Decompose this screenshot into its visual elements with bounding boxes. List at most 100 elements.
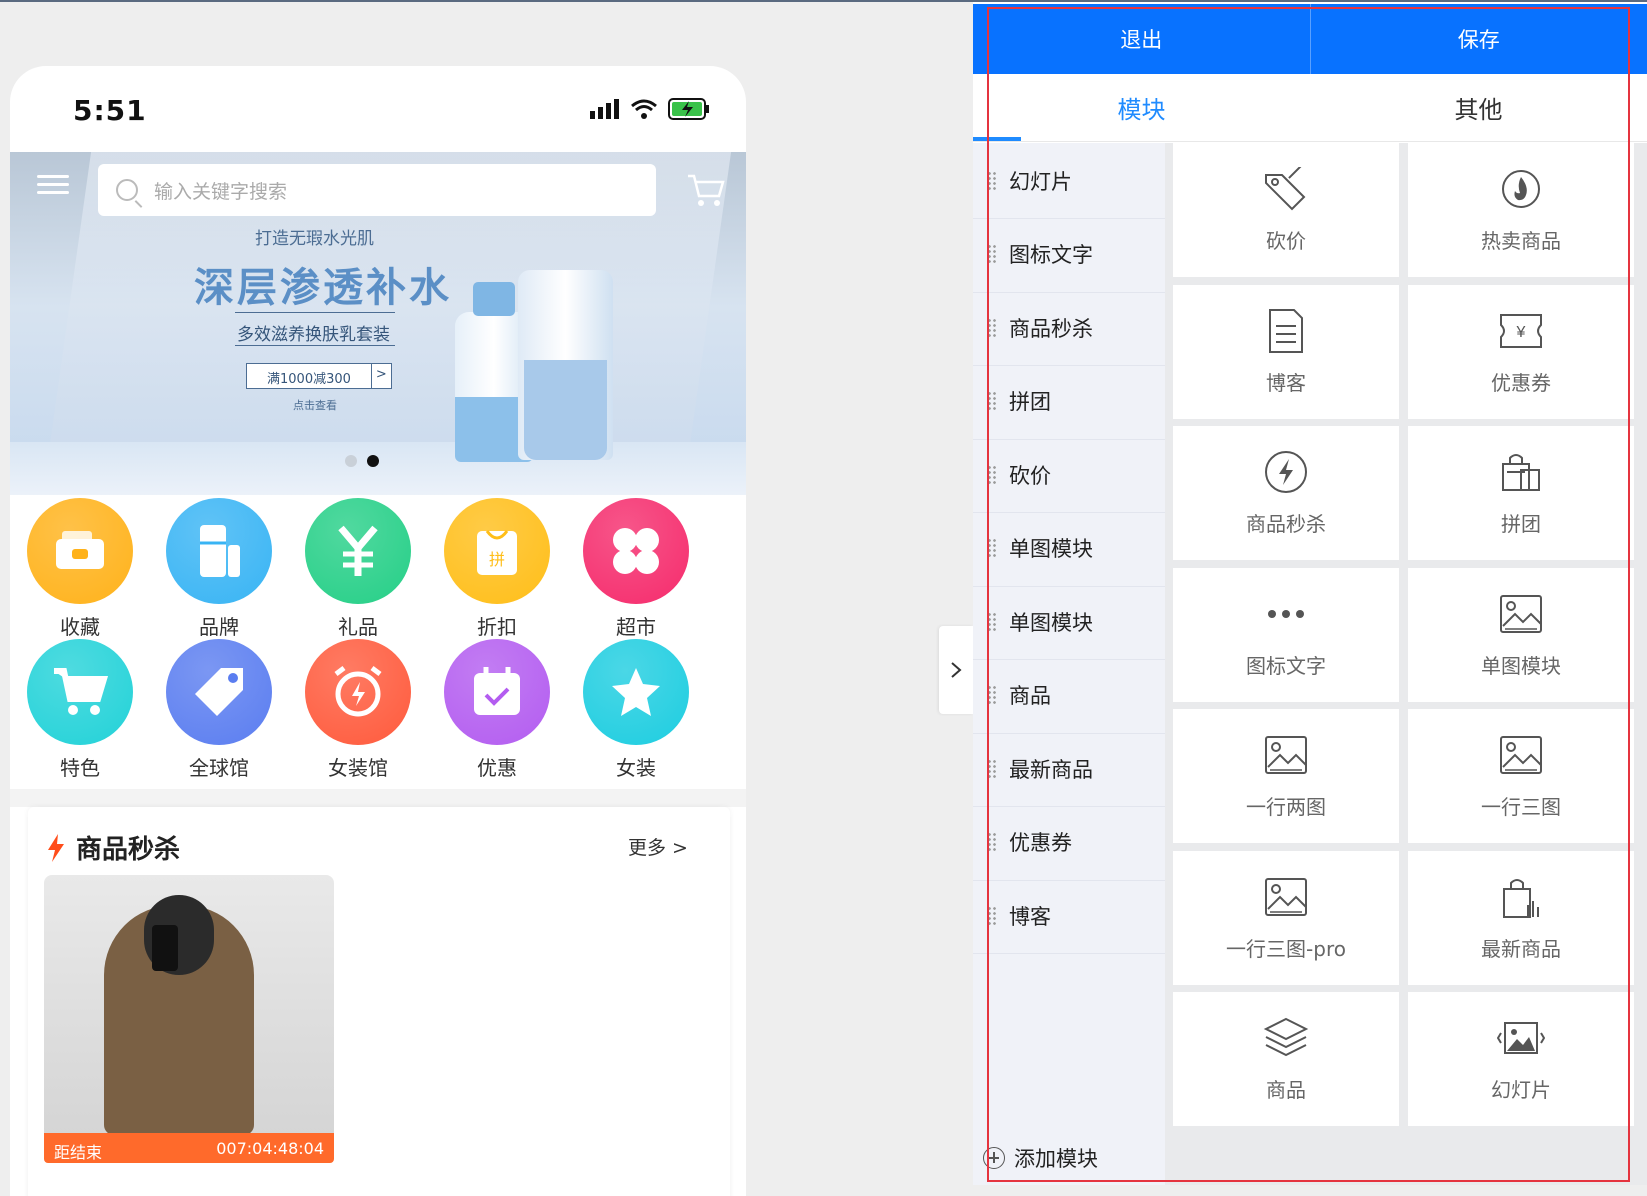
module-tile[interactable]: 拼团 [1408, 426, 1634, 560]
module-list-label: 单图模块 [1009, 607, 1093, 637]
drag-handle-icon[interactable] [987, 244, 997, 264]
banner-slideshow[interactable]: 输入关键字搜索 打造无瑕水光肌 深层渗透补水 多效滋养换肤乳套装 满1000减3… [10, 152, 746, 495]
collapse-panel-toggle[interactable] [939, 626, 973, 714]
module-tile[interactable]: 图标文字 [1173, 568, 1399, 702]
category-tag[interactable]: 全球馆 [149, 639, 289, 781]
module-tile[interactable]: 幻灯片 [1408, 992, 1634, 1126]
menu-icon[interactable] [37, 170, 69, 200]
tab-other[interactable]: 其他 [1310, 74, 1647, 141]
module-tile[interactable]: 砍价 [1173, 143, 1399, 277]
module-list-item[interactable]: 拼团 [973, 364, 1165, 440]
panel-toolbar: 退出 保存 [973, 4, 1647, 74]
slide-dot-active[interactable] [367, 455, 379, 467]
drag-handle-icon[interactable] [987, 171, 997, 191]
category-label: 收藏 [10, 611, 150, 640]
flash-sale-more-link[interactable]: 更多 > [628, 833, 688, 860]
module-tile[interactable]: 商品 [1173, 992, 1399, 1126]
battery-icon [668, 98, 710, 120]
module-list-item[interactable]: 商品 [973, 658, 1165, 734]
category-star[interactable]: 女装 [566, 639, 706, 781]
cart-icon[interactable] [686, 172, 726, 208]
yen-icon [305, 498, 411, 604]
slide-dot[interactable] [345, 455, 357, 467]
module-tile[interactable]: 博客 [1173, 285, 1399, 419]
category-yen[interactable]: 礼品 [288, 498, 428, 640]
bag-icon: 拼 [444, 498, 550, 604]
product-timer-bar: 距结束 007:04:48:04 [44, 1133, 334, 1163]
banner-promo-button[interactable]: 满1000减300 > [246, 363, 392, 389]
category-bag[interactable]: 拼折扣 [427, 498, 567, 640]
module-tile[interactable]: 一行两图 [1173, 709, 1399, 843]
layers-icon [1262, 1014, 1310, 1062]
drag-handle-icon[interactable] [987, 685, 997, 705]
banner-subtitle: 打造无瑕水光肌 [255, 224, 374, 249]
flame-icon [1497, 165, 1545, 213]
category-label: 礼品 [288, 611, 428, 640]
banner-promo-arrow: > [372, 364, 391, 388]
module-tile[interactable]: ¥优惠券 [1408, 285, 1634, 419]
phone-preview: 5:51 输入关键字搜索 打造无瑕水光肌 深层渗透补水 多效滋养换肤乳套装 满1… [10, 66, 746, 1196]
drag-handle-icon[interactable] [987, 612, 997, 632]
chevron-right-icon [950, 661, 962, 679]
category-label: 特色 [10, 752, 150, 781]
module-list-item[interactable]: 单图模块 [973, 511, 1165, 587]
exit-button[interactable]: 退出 [973, 4, 1310, 74]
module-order-list: 添加模块 幻灯片图标文字商品秒杀拼团砍价单图模块单图模块商品最新商品优惠券博客 [973, 143, 1165, 1185]
module-list-label: 博客 [1009, 901, 1051, 931]
module-list-item[interactable]: 单图模块 [973, 584, 1165, 660]
drag-handle-icon[interactable] [987, 538, 997, 558]
cart-icon [27, 639, 133, 745]
svg-text:拼: 拼 [489, 551, 505, 569]
module-tile-label: 最新商品 [1481, 933, 1561, 962]
shopping-bags-icon [1497, 448, 1545, 496]
module-tile[interactable]: 商品秒杀 [1173, 426, 1399, 560]
drag-handle-icon[interactable] [987, 759, 997, 779]
category-calendar[interactable]: 优惠 [427, 639, 567, 781]
active-tab-indicator [973, 137, 1021, 141]
drag-handle-icon[interactable] [987, 391, 997, 411]
add-module-button[interactable]: 添加模块 [983, 1143, 1098, 1173]
banner-cta[interactable]: 点击查看 [293, 397, 337, 413]
module-list-label: 砍价 [1009, 460, 1051, 490]
module-tile[interactable]: 单图模块 [1408, 568, 1634, 702]
category-cart[interactable]: 特色 [10, 639, 150, 781]
slideshow-icon [1497, 1014, 1545, 1062]
drag-handle-icon[interactable] [987, 318, 997, 338]
category-alarm[interactable]: 女装馆 [288, 639, 428, 781]
bargain-tag-icon [1262, 165, 1310, 213]
drag-handle-icon[interactable] [987, 832, 997, 852]
module-list-item[interactable]: 最新商品 [973, 731, 1165, 807]
product-image[interactable] [44, 875, 334, 1135]
module-palette: 砍价 热卖商品博客¥优惠券商品秒杀拼团图标文字 单图模块一行两图一行三图一行三图-p… [1165, 143, 1647, 1185]
svg-text:¥: ¥ [1516, 324, 1526, 341]
module-list-item[interactable]: 优惠券 [973, 805, 1165, 881]
coupon-icon: ¥ [1497, 307, 1545, 355]
module-list-item[interactable]: 博客 [973, 878, 1165, 954]
category-clover[interactable]: 超市 [566, 498, 706, 640]
module-list-item[interactable]: 商品秒杀 [973, 290, 1165, 366]
module-editor-panel: 退出 保存 模块 其他 添加模块 幻灯片图标文字商品秒杀拼团砍价单图模块单图模块… [973, 2, 1647, 1185]
module-tile[interactable]: 一行三图-pro [1173, 851, 1399, 985]
module-tile[interactable]: 热卖商品 [1408, 143, 1634, 277]
module-list-item[interactable]: 幻灯片 [973, 143, 1165, 219]
module-tile-label: 图标文字 [1246, 650, 1326, 679]
category-fridge[interactable]: 品牌 [149, 498, 289, 640]
drag-handle-icon[interactable] [987, 465, 997, 485]
drag-handle-icon[interactable] [987, 906, 997, 926]
module-tile-label: 砍价 [1266, 225, 1306, 254]
module-list-item[interactable]: 砍价 [973, 437, 1165, 513]
module-tile[interactable]: 最新商品 [1408, 851, 1634, 985]
category-wallet[interactable]: 收藏 [10, 498, 150, 640]
category-label: 折扣 [427, 611, 567, 640]
module-tile[interactable]: 一行三图 [1408, 709, 1634, 843]
status-time: 5:51 [73, 94, 147, 127]
tube-image [518, 270, 613, 460]
save-button[interactable]: 保存 [1311, 4, 1647, 74]
module-list-item[interactable]: 图标文字 [973, 217, 1165, 293]
product-status: 距结束 [54, 1139, 102, 1157]
tab-modules[interactable]: 模块 [973, 74, 1310, 141]
image-icon [1497, 590, 1545, 638]
search-input[interactable]: 输入关键字搜索 [98, 164, 656, 216]
module-list-label: 拼团 [1009, 386, 1051, 416]
calendar-icon [444, 639, 550, 745]
